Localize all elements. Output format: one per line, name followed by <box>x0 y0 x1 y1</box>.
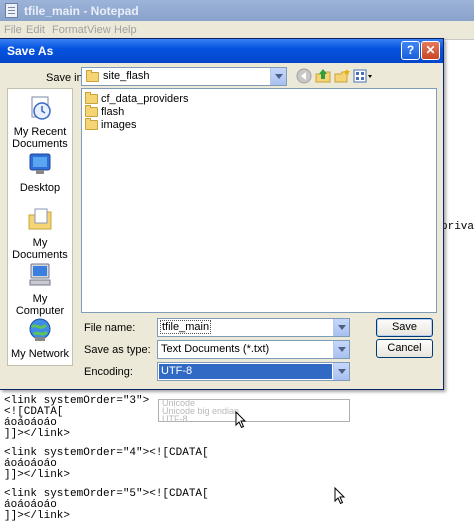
chevron-down-icon[interactable] <box>333 319 349 336</box>
chevron-down-icon[interactable] <box>333 341 349 358</box>
encoding-label: Encoding: <box>84 366 133 378</box>
code-line: ]]></link> <box>4 428 71 440</box>
up-folder-icon[interactable] <box>315 68 331 84</box>
views-menu-icon[interactable] <box>353 68 375 84</box>
notepad-title-bar: tfile_main - Notepad <box>0 0 474 21</box>
places-bar: My Recent Documents Desktop My Documents <box>7 88 73 366</box>
file-name-label: File name: <box>84 322 136 334</box>
dialog-title-bar[interactable]: Save As ? ✕ <box>0 39 443 63</box>
place-label: Desktop <box>19 182 61 194</box>
chevron-down-icon[interactable] <box>270 68 286 85</box>
place-label: My Recent Documents <box>12 126 68 150</box>
place-my-network[interactable]: My Network <box>8 317 72 360</box>
chevron-down-icon[interactable] <box>333 363 349 380</box>
encoding-options-list: Unicode Unicode big endian UTF-8 <box>158 399 350 424</box>
save-as-dialog: Save As ? ✕ Save in: site_flash My Recen… <box>0 38 444 390</box>
save-in-value: site_flash <box>103 70 150 82</box>
my-network-icon <box>29 318 51 341</box>
save-as-type-dropdown[interactable]: Text Documents (*.txt) <box>157 340 350 359</box>
save-button[interactable]: Save <box>376 318 433 337</box>
save-as-type-label: Save as type: <box>84 344 151 356</box>
place-label: My Computer <box>15 293 65 317</box>
file-name-value: tfile_main <box>160 320 212 334</box>
place-label: My Documents <box>12 237 68 261</box>
place-my-documents[interactable]: My Documents <box>8 206 72 261</box>
mouse-cursor-icon <box>235 411 247 429</box>
folder-name: flash <box>101 106 125 118</box>
new-folder-icon[interactable] <box>334 68 350 84</box>
code-line: ]]></link> <box>4 510 71 522</box>
menu-format[interactable]: Format <box>52 24 87 36</box>
file-list[interactable]: cf_data_providers flash images <box>81 88 437 313</box>
place-desktop[interactable]: Desktop <box>8 151 72 194</box>
notepad-text-fragment: priva <box>441 221 474 233</box>
file-name-field[interactable]: tfile_main <box>157 318 350 337</box>
place-label: My Network <box>10 348 70 360</box>
folder-name: cf_data_providers <box>101 93 189 105</box>
desktop-icon <box>29 153 51 174</box>
folder-icon <box>85 92 98 105</box>
save-in-label: Save in: <box>46 72 86 84</box>
notepad-menu-bar: File Edit Format View Help <box>0 21 474 39</box>
list-item[interactable]: cf_data_providers <box>85 92 189 105</box>
folder-icon <box>85 118 98 131</box>
menu-help[interactable]: Help <box>114 24 137 36</box>
save-in-dropdown[interactable]: site_flash <box>81 67 287 86</box>
code-line: ]]></link> <box>4 469 71 481</box>
encoding-option[interactable]: UTF-8 <box>162 415 188 424</box>
encoding-dropdown[interactable]: UTF-8 <box>157 362 350 381</box>
notepad-icon <box>5 3 18 18</box>
menu-file[interactable]: File <box>4 24 22 36</box>
folder-icon <box>85 105 98 118</box>
cancel-button[interactable]: Cancel <box>376 339 433 358</box>
my-computer-icon <box>29 263 51 286</box>
notepad-title: tfile_main - Notepad <box>24 4 139 18</box>
my-documents-icon <box>28 208 52 230</box>
menu-view[interactable]: View <box>87 24 111 36</box>
folder-icon <box>86 70 99 82</box>
menu-edit[interactable]: Edit <box>26 24 45 36</box>
recent-documents-icon <box>31 96 51 120</box>
encoding-value: UTF-8 <box>161 365 193 377</box>
folder-name: images <box>101 119 137 131</box>
save-as-type-value: Text Documents (*.txt) <box>161 343 270 355</box>
dialog-title: Save As <box>7 44 54 58</box>
mouse-cursor-icon <box>334 487 346 505</box>
back-icon[interactable] <box>296 68 312 84</box>
help-button[interactable]: ? <box>401 41 420 60</box>
list-item[interactable]: flash <box>85 105 125 118</box>
place-my-computer[interactable]: My Computer <box>8 262 72 317</box>
place-my-recent-documents[interactable]: My Recent Documents <box>8 95 72 150</box>
close-button[interactable]: ✕ <box>421 41 440 60</box>
list-item[interactable]: images <box>85 118 137 131</box>
